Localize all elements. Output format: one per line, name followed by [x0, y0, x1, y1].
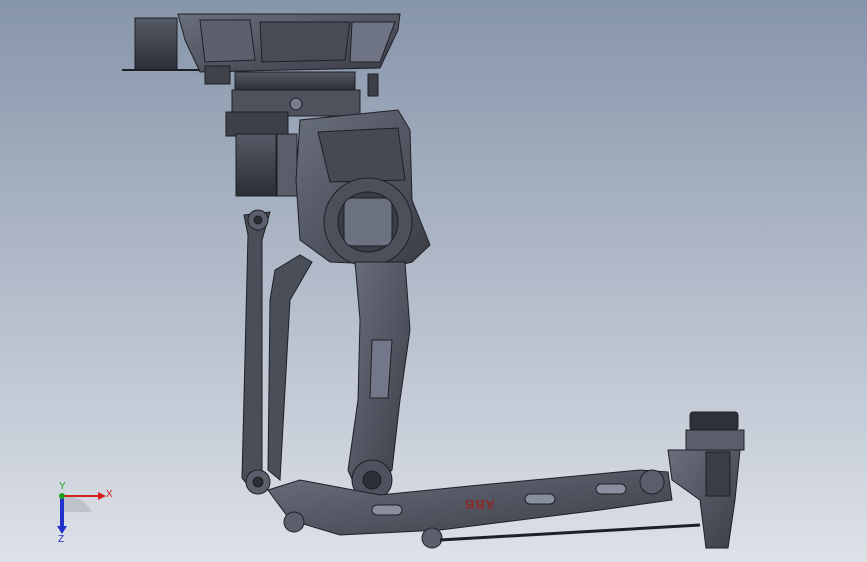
brand-logo-text: ABB	[464, 497, 495, 512]
robot-arm-model[interactable]: ABB	[0, 0, 867, 562]
shoulder-housing[interactable]	[295, 109, 431, 267]
mounting-base[interactable]	[122, 13, 401, 97]
lower-arm[interactable]	[267, 254, 411, 501]
parallel-link[interactable]	[241, 209, 271, 495]
cad-viewport[interactable]: ABB X Y Z	[0, 0, 867, 562]
y-axis-point	[59, 493, 65, 499]
coordinate-triad: X Y Z	[57, 482, 113, 545]
x-axis-arrow	[98, 492, 106, 500]
z-axis-arrow	[57, 526, 67, 534]
y-axis-label: Y	[59, 482, 66, 492]
z-axis-label: Z	[58, 534, 64, 545]
x-axis-label: X	[106, 489, 113, 500]
